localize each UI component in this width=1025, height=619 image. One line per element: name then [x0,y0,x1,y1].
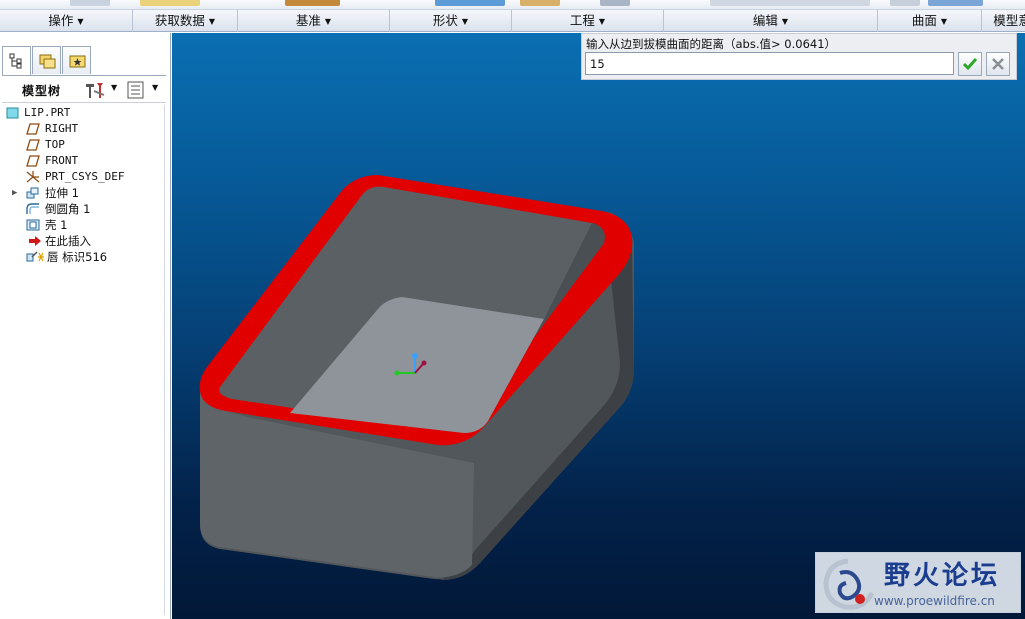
accept-button[interactable] [958,52,982,76]
chevron-down-icon: ▼ [940,17,948,26]
csys-icon [26,171,40,183]
folder-icon [39,54,56,69]
model-tree-title: 模型树 [22,84,62,98]
insert-here-arrow-icon [29,236,41,246]
chevron-down-icon: ▼ [324,17,332,26]
ribbon-group-model-intent[interactable]: 模型意 [982,10,1025,32]
distance-input[interactable] [585,52,954,75]
toolbar-icon[interactable] [435,0,505,6]
prompt-message: 输入从边到拔模曲面的距离（abs.值> 0.0641） [586,37,837,51]
datum-plane-icon [26,139,40,151]
tree-item-extrude[interactable]: ▶ 拉伸 1 [4,185,164,201]
tab-model-tree[interactable] [2,46,31,75]
tree-item-lip[interactable]: 唇 标识516 [4,249,164,265]
toolbar-strip [0,0,1025,10]
ribbon-group-get-data[interactable]: 获取数据 ▼ [133,10,238,32]
close-icon [992,58,1004,70]
ribbon-group-surfaces[interactable]: 曲面 ▼ [878,10,982,32]
datum-plane-icon [26,123,40,135]
chevron-down-icon: ▼ [461,17,469,26]
toolbar-icon[interactable] [890,0,920,6]
navigator-panel: 模型树 ▼ ▼ LIP.PRT RIGHT TOP FRONT PRT_CSYS… [0,33,171,619]
model-tree-icon [9,53,22,69]
tree-scrollbar[interactable] [164,105,168,615]
value-input-dialog: 输入从边到拔模曲面的距离（abs.值> 0.0641） [581,33,1017,80]
show-list-icon[interactable] [127,81,145,99]
graphics-viewport[interactable] [172,33,1025,619]
tree-item-front-plane[interactable]: FRONT [4,153,164,169]
chevron-down-icon: ▼ [598,17,606,26]
model-render [199,175,634,581]
chevron-down-icon: ▼ [208,17,216,26]
model-tree-toolbar: 模型树 ▼ ▼ [2,75,166,103]
watermark: 野火论坛 www.proewildfire.cn [815,552,1021,613]
tree-item-right-plane[interactable]: RIGHT [4,121,164,137]
tree-item-shell[interactable]: 壳 1 [4,217,164,233]
lip-feature-icon [26,251,44,262]
tab-folder-browser[interactable] [32,46,61,74]
tree-item-csys[interactable]: PRT_CSYS_DEF [4,169,164,185]
ribbon-group-shapes[interactable]: 形状 ▼ [390,10,512,32]
model-tree: LIP.PRT RIGHT TOP FRONT PRT_CSYS_DEF ▶ 拉… [4,105,164,265]
ribbon-group-datum[interactable]: 基准 ▼ [238,10,390,32]
watermark-title: 野火论坛 [884,561,1001,591]
chevron-down-icon: ▼ [781,17,789,26]
ribbon-group-editing[interactable]: 编辑 ▼ [664,10,878,32]
shell-icon [26,219,40,231]
toolbar-icon[interactable] [285,0,340,6]
toolbar-icon[interactable] [70,0,110,6]
settings-tools-icon[interactable] [84,81,106,99]
toolbar-icon[interactable] [140,0,200,6]
ribbon-group-bar: 操作 ▼ 获取数据 ▼ 基准 ▼ 形状 ▼ 工程 ▼ 编辑 ▼ 曲面 ▼ 模型意 [0,10,1025,32]
cancel-button[interactable] [986,52,1010,76]
extrude-icon [26,187,39,199]
tree-item-part[interactable]: LIP.PRT [4,105,164,121]
watermark-logo-icon [823,558,875,610]
round-icon [26,203,39,214]
checkmark-icon [962,58,978,71]
expand-arrow-icon[interactable]: ▶ [12,185,17,201]
tab-favorites[interactable] [62,46,91,74]
watermark-url: www.proewildfire.cn [874,594,995,608]
ribbon-group-operations[interactable]: 操作 ▼ [0,10,133,32]
favorites-icon [69,55,86,68]
tree-item-top-plane[interactable]: TOP [4,137,164,153]
toolbar-icon[interactable] [710,0,870,6]
ribbon-group-engineering[interactable]: 工程 ▼ [512,10,664,32]
chevron-down-icon: ▼ [77,17,84,26]
datum-plane-icon [26,155,40,167]
toolbar-icon[interactable] [928,0,983,6]
chevron-down-icon[interactable]: ▼ [111,83,117,92]
tree-item-insert-here[interactable]: 在此插入 [4,233,164,249]
toolbar-icon[interactable] [520,0,560,6]
toolbar-icon[interactable] [600,0,630,6]
tree-item-round[interactable]: 倒圆角 1 [4,201,164,217]
part-icon [6,107,19,119]
chevron-down-icon[interactable]: ▼ [152,83,158,92]
